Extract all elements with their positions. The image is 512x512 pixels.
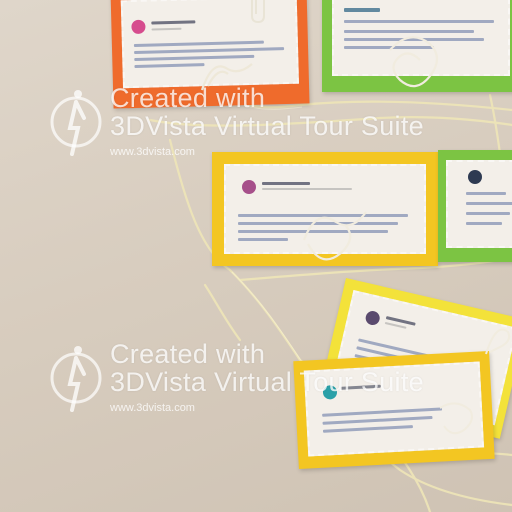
- paper-clip-icon: [389, 36, 439, 88]
- photo-scene: Created with 3DVista Virtual Tour Suite …: [0, 0, 512, 512]
- avatar: [468, 170, 482, 184]
- paper-clip-icon: [251, 0, 265, 24]
- green-card-right: [438, 150, 512, 262]
- paper-clip-icon: [200, 63, 253, 91]
- avatar: [364, 309, 382, 327]
- avatar: [131, 19, 146, 35]
- avatar: [322, 384, 338, 400]
- paper-clip-icon: [302, 211, 367, 261]
- paper-clip-icon: [485, 328, 511, 355]
- avatar: [242, 180, 256, 194]
- paper-clip-icon: [439, 402, 473, 435]
